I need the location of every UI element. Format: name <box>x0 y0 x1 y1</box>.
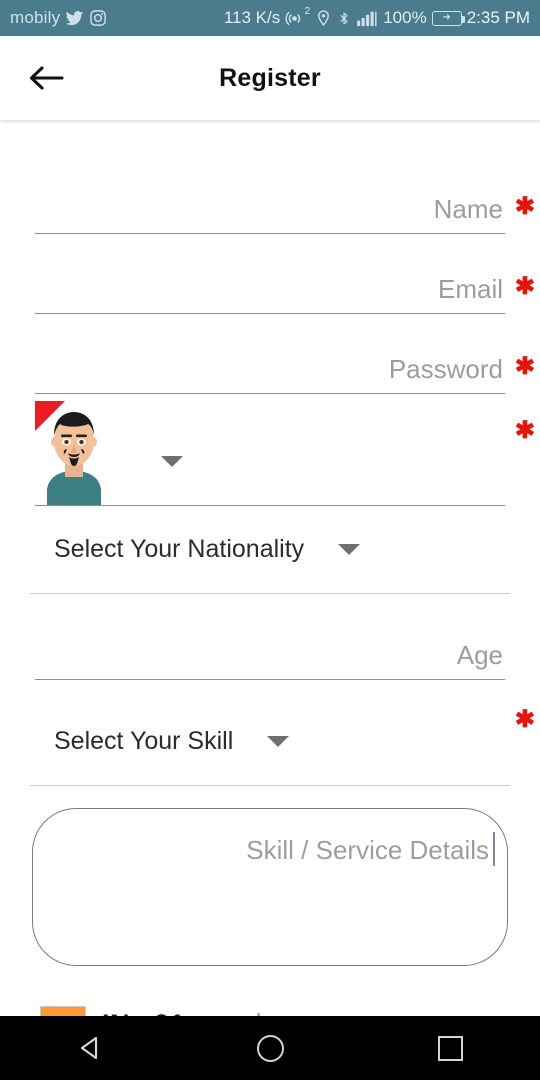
page-title: Register <box>219 63 321 92</box>
carrier-label: mobily <box>10 8 61 27</box>
nav-back-triangle-icon <box>80 1036 98 1060</box>
battery-percent-label: 100% <box>383 8 427 27</box>
name-field[interactable]: Name ✱ <box>35 154 535 234</box>
name-placeholder: Name <box>433 194 503 224</box>
nationality-select[interactable]: Select Your Nationality <box>30 506 510 594</box>
name-required-asterisk: ✱ <box>514 193 535 220</box>
skill-label: Select Your Skill <box>54 727 234 755</box>
skill-chevron-down-icon[interactable] <box>267 736 290 747</box>
twitter-icon <box>65 9 84 28</box>
password-placeholder: Password <box>388 354 503 384</box>
nav-recents-button[interactable] <box>405 1016 495 1080</box>
password-required-asterisk: ✱ <box>514 353 535 380</box>
nav-recents-square-icon <box>437 1035 463 1061</box>
back-button[interactable] <box>14 46 78 110</box>
nav-back-button[interactable] <box>45 1016 135 1080</box>
avatar-illustration-icon <box>35 397 113 505</box>
email-placeholder: Email <box>437 274 503 304</box>
email-field[interactable]: Email ✱ <box>35 234 535 314</box>
avatar-selector-row[interactable]: ✱ <box>35 394 535 506</box>
bluetooth-icon <box>337 9 351 28</box>
nationality-chevron-down-icon[interactable] <box>338 544 361 555</box>
age-placeholder: Age <box>456 640 503 670</box>
skill-required-asterisk: ✱ <box>514 706 535 733</box>
avatar-chevron-down-icon[interactable] <box>161 456 183 467</box>
avatar[interactable] <box>35 397 113 505</box>
status-bar: mobily 113 K/s 2 100% ➜ 2:35 PM <box>0 0 540 36</box>
hotspot-superscript: 2 <box>304 5 311 17</box>
status-bar-right: 113 K/s 2 100% ➜ 2:35 PM <box>223 5 530 28</box>
avatar-required-asterisk: ✱ <box>514 417 535 444</box>
network-speed-label: 113 K/s <box>223 8 281 27</box>
password-field[interactable]: Password ✱ <box>35 314 535 394</box>
back-arrow-icon <box>29 66 64 90</box>
instagram-icon <box>89 9 107 27</box>
status-bar-left: mobily <box>10 8 107 28</box>
nav-home-button[interactable] <box>225 1016 315 1080</box>
skill-details-textarea[interactable]: Skill / Service Details <box>32 808 508 966</box>
android-nav-bar <box>0 1016 540 1080</box>
age-field[interactable]: Age <box>35 594 505 680</box>
nav-home-circle-icon <box>256 1034 284 1062</box>
skill-select[interactable]: Select Your Skill ✱ <box>30 698 535 786</box>
battery-charging-icon: ➜ <box>431 10 465 26</box>
spacer-top <box>0 120 540 154</box>
nationality-label: Select Your Nationality <box>54 535 305 563</box>
email-required-asterisk: ✱ <box>514 273 535 300</box>
signal-bars-icon <box>356 9 378 27</box>
hotspot-icon: 2 <box>285 5 311 28</box>
app-bar: Register <box>0 36 540 120</box>
details-wrapper: Skill / Service Details <box>32 808 508 966</box>
clock-label: 2:35 PM <box>466 8 530 27</box>
skill-details-placeholder: Skill / Service Details <box>246 832 495 866</box>
register-form: Name ✱ Email ✱ Password ✱ ✱ Select Your … <box>0 120 540 1046</box>
location-pin-icon <box>315 9 332 27</box>
